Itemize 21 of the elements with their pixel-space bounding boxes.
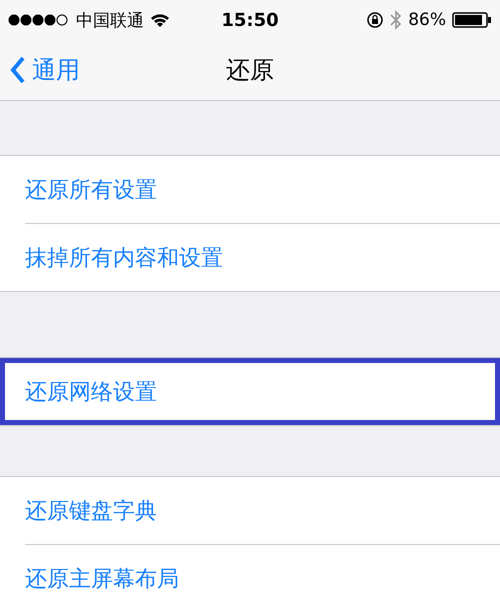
wifi-icon	[150, 12, 170, 28]
page-title: 还原	[226, 55, 274, 86]
settings-row[interactable]: 还原所有设置	[0, 156, 500, 223]
signal-icon	[8, 14, 70, 26]
chevron-left-icon	[10, 56, 26, 84]
row-label: 还原网络设置	[25, 378, 157, 406]
status-time: 15:50	[221, 10, 279, 30]
rotation-lock-icon	[366, 11, 384, 29]
settings-row[interactable]: 还原键盘字典	[0, 477, 500, 544]
highlighted-row[interactable]: 还原网络设置	[0, 358, 500, 425]
battery-icon	[452, 12, 492, 28]
settings-row[interactable]: 抹掉所有内容和设置	[0, 224, 500, 291]
row-label: 还原所有设置	[25, 176, 157, 204]
row-label: 抹掉所有内容和设置	[25, 244, 223, 272]
back-button[interactable]: 通用	[10, 54, 80, 86]
bluetooth-icon	[390, 10, 402, 30]
row-label: 还原键盘字典	[25, 498, 157, 526]
settings-row[interactable]: 还原主屏幕布局	[0, 545, 500, 600]
carrier-name: 中国联通	[76, 10, 144, 32]
battery-percent: 86%	[408, 10, 446, 30]
row-label: 还原主屏幕布局	[25, 566, 179, 594]
